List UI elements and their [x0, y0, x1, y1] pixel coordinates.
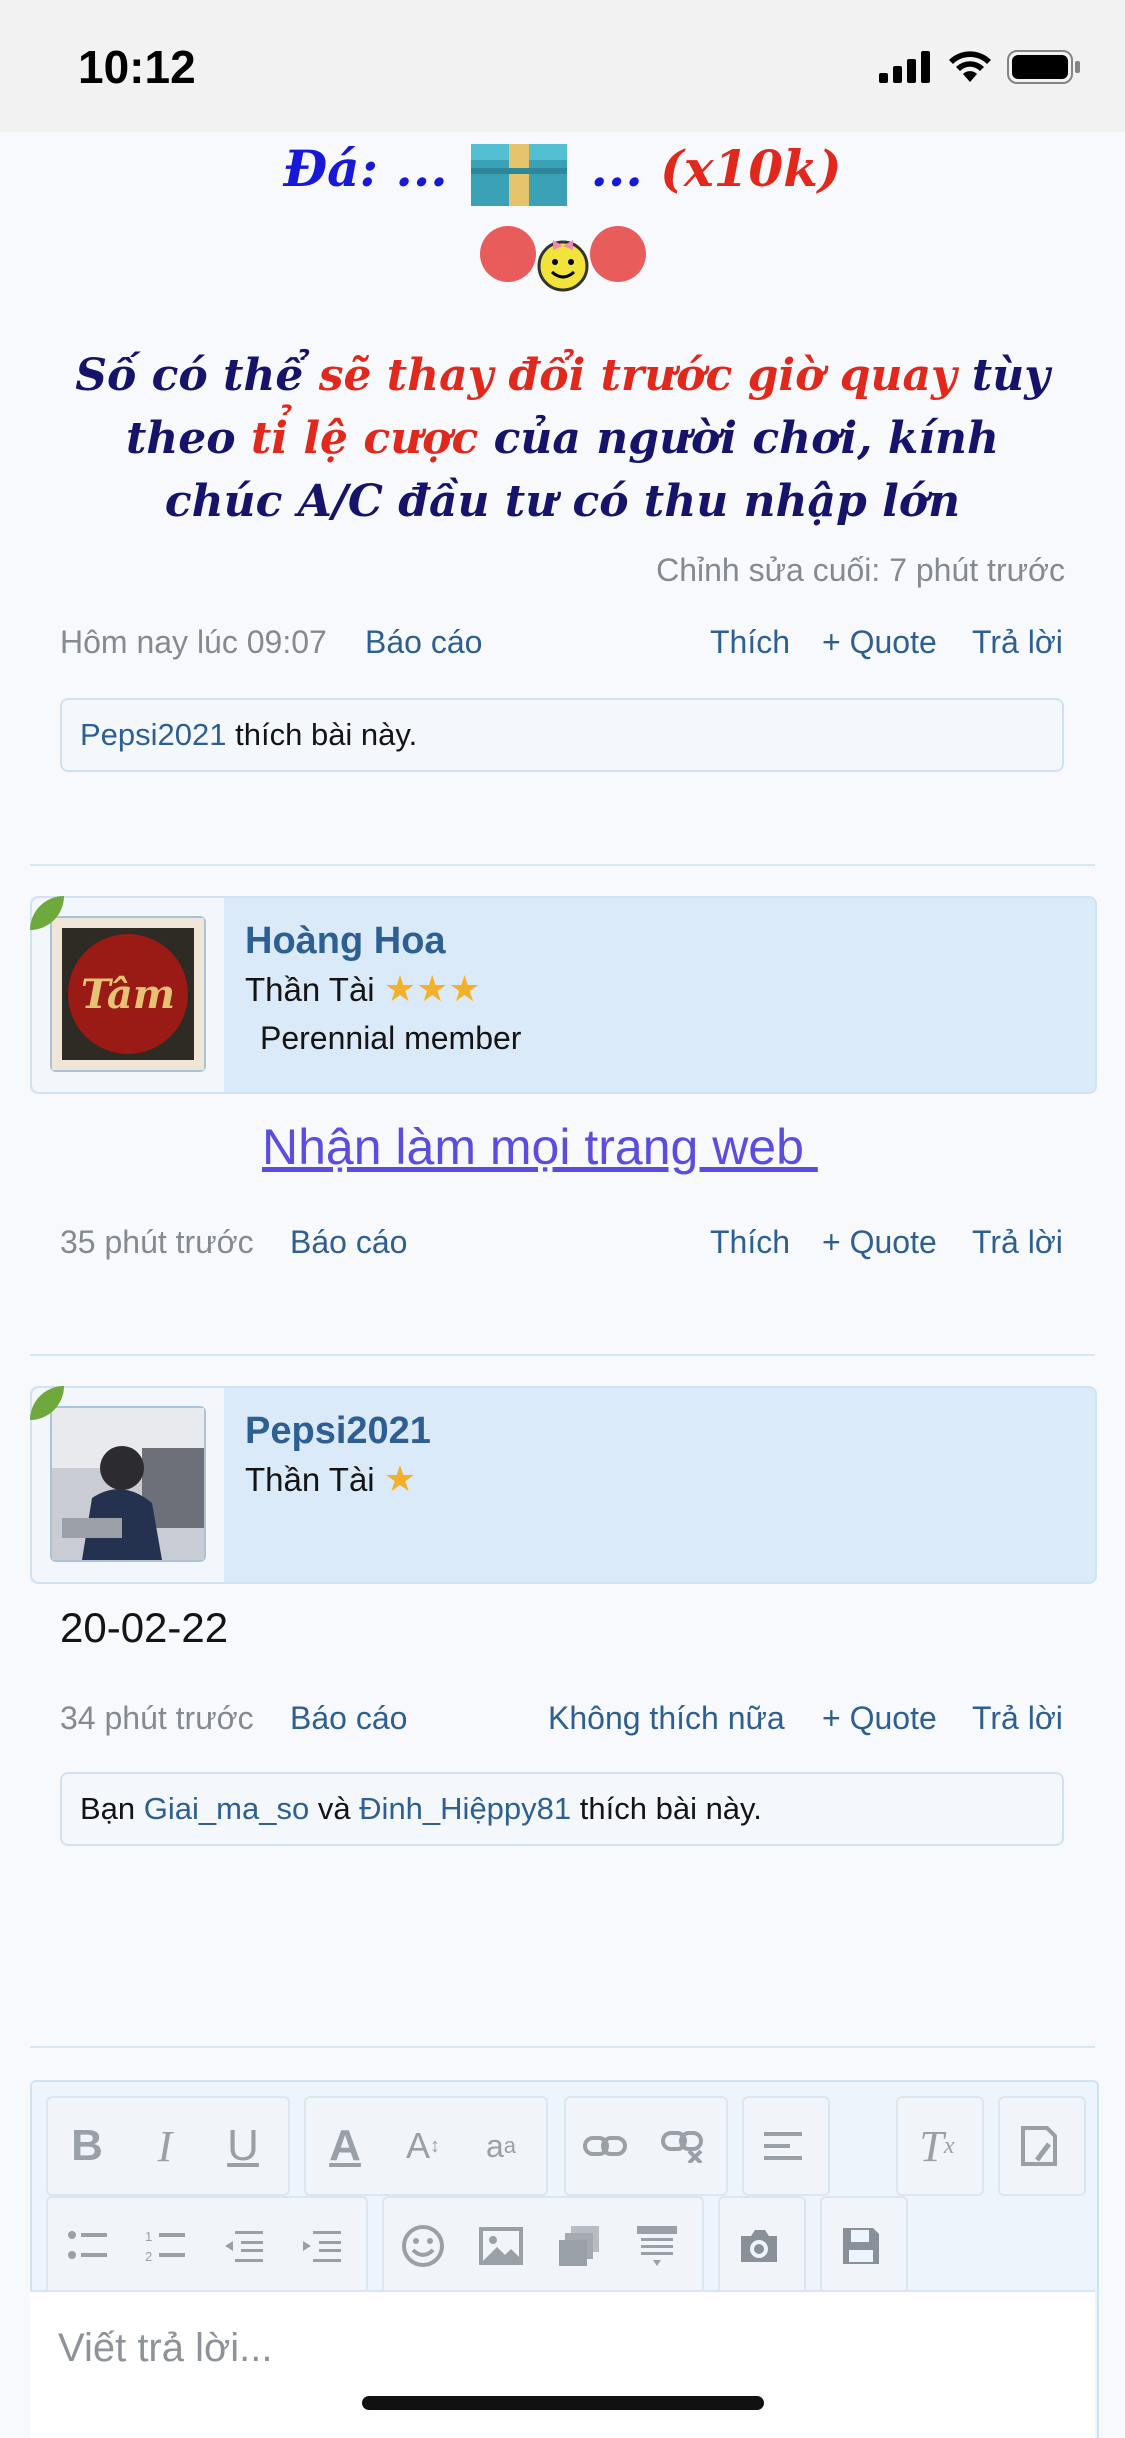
- reply-placeholder: Viết trả lời...: [58, 2326, 273, 2370]
- draw-multiplier: (x10k): [660, 139, 842, 198]
- numbered-list-icon[interactable]: 12: [126, 2198, 204, 2294]
- reply-editor[interactable]: Viết trả lời...: [30, 2290, 1095, 2438]
- post-2-quote[interactable]: + Quote: [822, 1224, 937, 1261]
- bullet-list-icon[interactable]: [48, 2198, 126, 2294]
- svg-text:2: 2: [145, 2249, 152, 2263]
- status-bar: 10:12: [0, 0, 1125, 132]
- bold-icon[interactable]: B: [48, 2098, 126, 2194]
- post-1-likes: Pepsi2021 thích bài này.: [60, 698, 1064, 772]
- italic-icon[interactable]: I: [126, 2098, 204, 2194]
- avatar-image: [52, 1408, 204, 1560]
- battery-icon: [1007, 50, 1080, 84]
- post-3-reply[interactable]: Trả lời: [972, 1700, 1063, 1737]
- post-3-unlike[interactable]: Không thích nữa: [548, 1700, 785, 1737]
- draw-prefix: Đá: ...: [283, 139, 448, 198]
- post-3-quote[interactable]: + Quote: [822, 1700, 937, 1737]
- font-family-icon[interactable]: aa: [462, 2098, 540, 2194]
- post-3-username[interactable]: Pepsi2021: [245, 1410, 431, 1453]
- svg-text:1: 1: [145, 2229, 152, 2244]
- wifi-icon: [949, 51, 991, 82]
- signal-icon: [879, 51, 930, 83]
- post-2-username[interactable]: Hoàng Hoa: [245, 920, 446, 963]
- post-2-like[interactable]: Thích: [710, 1224, 790, 1261]
- post-1-reply[interactable]: Trả lời: [972, 624, 1063, 661]
- post-divider: [30, 2046, 1095, 2048]
- post-1-time[interactable]: Hôm nay lúc 09:07: [60, 624, 327, 661]
- indent-icon[interactable]: [282, 2198, 360, 2294]
- draw-suffix: ...: [590, 139, 643, 198]
- avatar[interactable]: Tâm: [50, 916, 206, 1072]
- gift-icon: [471, 144, 568, 206]
- post-1-likes-user[interactable]: Pepsi2021: [80, 717, 227, 752]
- post-3-actions: 34 phút trước Báo cáo Không thích nữa + …: [60, 1700, 1065, 1740]
- post-2-user-title: Thần Tài ★★★: [245, 968, 481, 1009]
- toolbar-group-camera: [718, 2196, 806, 2296]
- avatar-image: Tâm: [52, 918, 204, 1070]
- post-2-reply[interactable]: Trả lời: [972, 1224, 1063, 1261]
- toolbar-group-save: [820, 2196, 908, 2296]
- toolbar-group-format: Tx: [896, 2096, 984, 2196]
- unlink-icon[interactable]: [644, 2098, 722, 2194]
- toolbar-group-list: 12: [46, 2196, 368, 2296]
- toolbar-group-align: [742, 2096, 830, 2196]
- cheer-smiley-icon: [480, 226, 646, 292]
- post-2-link[interactable]: Nhận làm mọi trang web: [262, 1118, 818, 1176]
- post-2-userinfo: Tâm Hoàng Hoa Thần Tài ★★★ Perennial mem…: [30, 896, 1097, 1094]
- post-2-time[interactable]: 35 phút trước: [60, 1224, 254, 1261]
- post-2-report[interactable]: Báo cáo: [290, 1224, 407, 1261]
- post-1-like[interactable]: Thích: [710, 624, 790, 661]
- post-divider: [30, 1354, 1095, 1356]
- spoiler-icon[interactable]: [618, 2198, 696, 2294]
- toolbar-group-link: [564, 2096, 728, 2196]
- avatar-holder: Tâm: [32, 898, 224, 1092]
- camera-icon[interactable]: [720, 2198, 798, 2294]
- align-icon[interactable]: [744, 2098, 822, 2194]
- draft-icon[interactable]: [1000, 2098, 1078, 2194]
- toolbar-group-text: B I U: [46, 2096, 290, 2196]
- remove-format-icon[interactable]: Tx: [898, 2098, 976, 2194]
- post-3-user-title: Thần Tài ★: [245, 1458, 417, 1499]
- post-3-time[interactable]: 34 phút trước: [60, 1700, 254, 1737]
- draw-line: Đá: ... ... (x10k): [0, 138, 1125, 208]
- toolbar-group-font: A A ↕ aa: [304, 2096, 548, 2196]
- toolbar-group-insert: [382, 2196, 704, 2296]
- post-divider: [30, 864, 1095, 866]
- avatar-text: Tâm: [81, 971, 175, 1018]
- smilie-icon[interactable]: [384, 2198, 462, 2294]
- underline-icon[interactable]: U: [204, 2098, 282, 2194]
- outdent-icon[interactable]: [204, 2198, 282, 2294]
- post-1-quote[interactable]: + Quote: [822, 624, 937, 661]
- post-3-likes-user2[interactable]: Đinh_Hiệppy81: [359, 1791, 571, 1826]
- home-indicator[interactable]: [362, 2396, 764, 2410]
- font-color-icon[interactable]: A: [306, 2098, 384, 2194]
- toolbar-group-draft: [998, 2096, 1086, 2196]
- post-3-report[interactable]: Báo cáo: [290, 1700, 407, 1737]
- post-1-actions: Hôm nay lúc 09:07 Báo cáo Thích + Quote …: [60, 624, 1065, 664]
- status-time: 10:12: [78, 41, 196, 93]
- post-3-likes: Bạn Giai_ma_so và Đinh_Hiệppy81 thích bà…: [60, 1772, 1064, 1846]
- post-2-user-subtitle: Perennial member: [260, 1020, 522, 1056]
- avatar-holder: [32, 1388, 224, 1582]
- status-icons: [879, 50, 1081, 84]
- avatar[interactable]: [50, 1406, 206, 1562]
- font-size-icon[interactable]: A ↕: [384, 2098, 462, 2194]
- save-draft-icon[interactable]: [822, 2198, 900, 2294]
- post-1-edited: Chỉnh sửa cuối: 7 phút trước: [656, 552, 1065, 588]
- image-icon[interactable]: [462, 2198, 540, 2294]
- rank-stars: ★★★: [383, 968, 481, 1009]
- post-3-likes-user1[interactable]: Giai_ma_so: [144, 1791, 309, 1826]
- rank-stars: ★: [383, 1458, 417, 1499]
- post-2-actions: 35 phút trước Báo cáo Thích + Quote Trả …: [60, 1224, 1065, 1264]
- link-icon[interactable]: [566, 2098, 644, 2194]
- post-3-body: 20-02-22: [60, 1604, 229, 1651]
- media-icon[interactable]: [540, 2198, 618, 2294]
- post-1-report[interactable]: Báo cáo: [365, 624, 482, 661]
- post-1-note: Số có thể sẽ thay đổi trước giờ quay tùy…: [75, 350, 1050, 527]
- post-3-userinfo: Pepsi2021 Thần Tài ★: [30, 1386, 1097, 1584]
